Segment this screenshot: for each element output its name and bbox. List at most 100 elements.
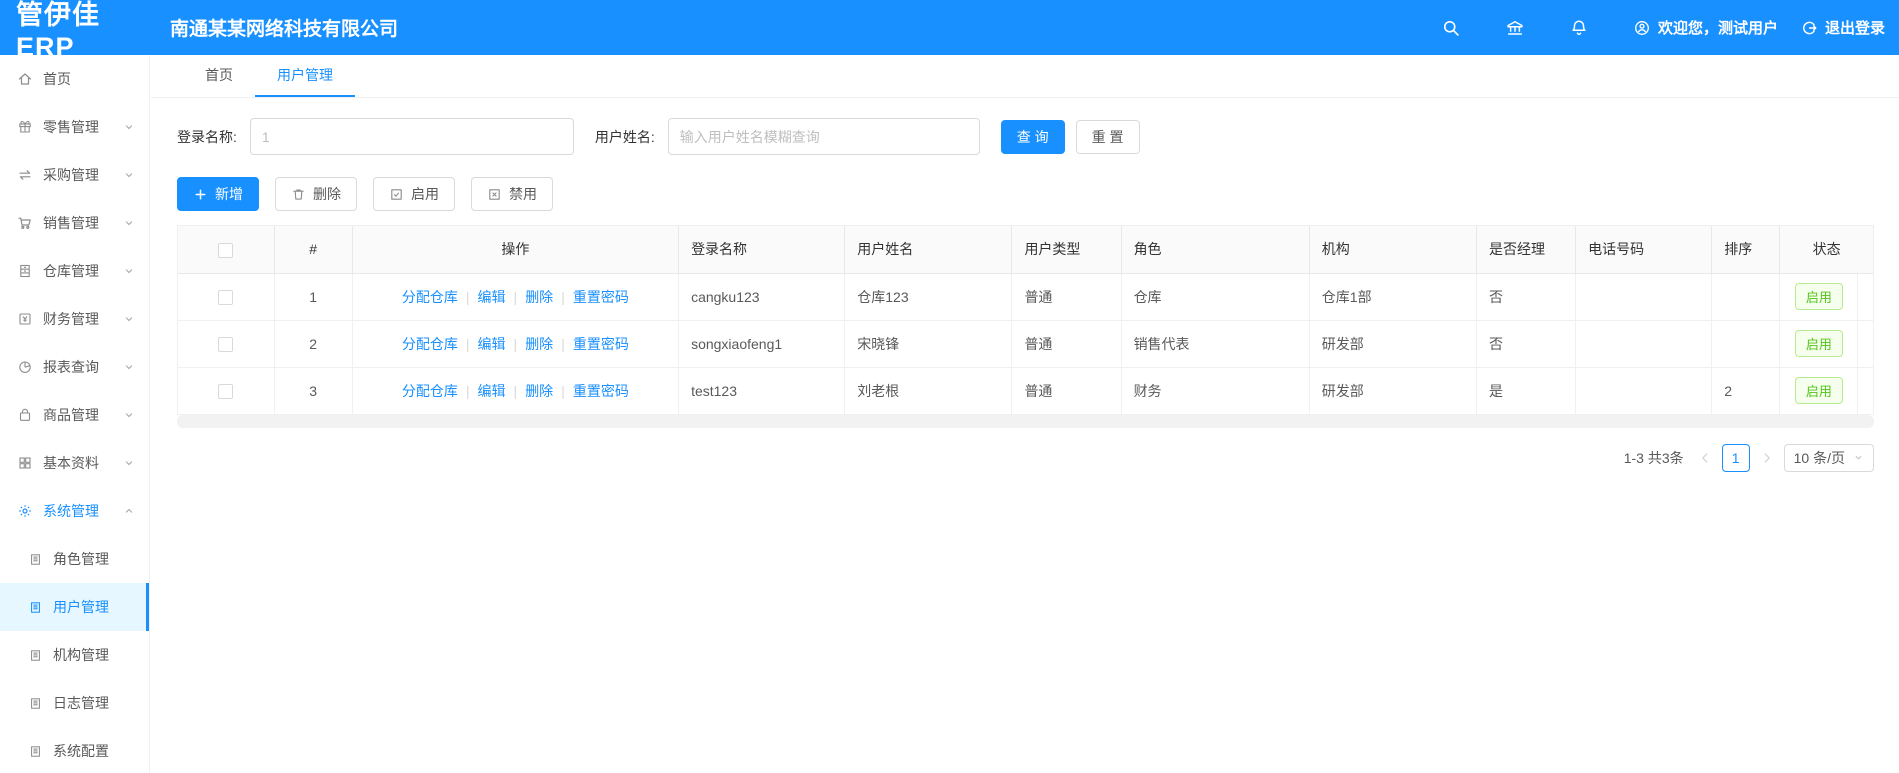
sidebar-item-reports[interactable]: 报表查询 (0, 343, 149, 391)
user-name-input[interactable] (667, 118, 980, 155)
row-actions: 分配仓库 | 编辑 | 删除 | 重置密码 (352, 367, 680, 415)
cell-sort (1711, 273, 1781, 321)
row-checkbox[interactable] (218, 336, 234, 352)
reset-button[interactable]: 重 置 (1075, 119, 1140, 154)
sidebar-item-basic[interactable]: 基本资料 (0, 439, 149, 487)
horizontal-scrollbar[interactable] (177, 414, 1874, 428)
action-link-1[interactable]: 编辑 (478, 383, 506, 399)
page-number-button[interactable]: 1 (1721, 443, 1750, 472)
tab-0[interactable]: 首页 (183, 55, 255, 97)
tab-bar: 首页 用户管理 (151, 55, 1899, 98)
sidebar-item-label: 零售管理 (43, 119, 99, 135)
sidebar-item-label: 基本资料 (43, 455, 99, 471)
add-button[interactable]: 新增 (177, 177, 259, 211)
chevron-up-icon (123, 505, 135, 517)
chevron-down-icon (123, 169, 135, 181)
cabinet-icon (17, 263, 33, 279)
action-link-0[interactable]: 分配仓库 (402, 383, 458, 399)
grid-icon (17, 455, 33, 471)
delete-button-label: 删除 (313, 186, 341, 202)
enable-button-label: 启用 (411, 186, 439, 202)
content-area: 登录名称: 用户姓名: 查 询 重 置 新增 删除 启用 禁用 (151, 98, 1899, 472)
row-index: 2 (274, 320, 353, 368)
search-button[interactable]: 查 询 (1000, 119, 1065, 154)
sidebar-item-finance[interactable]: 财务管理 (0, 295, 149, 343)
sidebar-subitem-config[interactable]: 系统配置 (0, 727, 149, 773)
column-header: 角色 (1121, 226, 1310, 274)
company-name: 南通某某网络科技有限公司 (170, 19, 399, 40)
search-icon[interactable] (1441, 18, 1461, 38)
column-header: 用户类型 (1011, 226, 1122, 274)
app-logo[interactable]: 管伊佳ERP (0, 0, 158, 63)
login-name-input[interactable] (249, 118, 574, 155)
gear-icon (17, 503, 33, 519)
logout-button[interactable]: 退出登录 (1800, 17, 1885, 38)
action-link-1[interactable]: 编辑 (478, 289, 506, 305)
toolbar: 新增 删除 启用 禁用 (177, 177, 1875, 211)
sidebar-subitem-roles[interactable]: 角色管理 (0, 535, 149, 583)
action-separator: | (465, 335, 470, 352)
row-index: 3 (274, 367, 353, 415)
cell-type: 普通 (1011, 367, 1122, 415)
action-link-2[interactable]: 删除 (525, 289, 553, 305)
tab-1[interactable]: 用户管理 (255, 55, 355, 97)
delete-button[interactable]: 删除 (275, 177, 357, 211)
select-all-checkbox[interactable] (218, 242, 234, 258)
action-separator: | (513, 335, 518, 352)
document-icon (28, 600, 43, 615)
sidebar-menu: 首页零售管理采购管理销售管理仓库管理 财务管理 报表查询 商品管理基本资料系统管理 角色… (0, 55, 150, 773)
column-header: 排序 (1711, 226, 1781, 274)
sidebar-subitem-users[interactable]: 用户管理 (0, 583, 149, 631)
sidebar-item-retail[interactable]: 零售管理 (0, 103, 149, 151)
cell-org: 仓库1部 (1309, 273, 1477, 321)
sidebar-item-label: 销售管理 (43, 215, 99, 231)
cell-login: cangku123 (678, 273, 846, 321)
page-size-select[interactable]: 10 条/页 (1783, 443, 1874, 472)
cell-role: 财务 (1121, 367, 1310, 415)
cell-phone (1575, 367, 1713, 415)
action-link-0[interactable]: 分配仓库 (402, 336, 458, 352)
sidebar-item-goods[interactable]: 商品管理 (0, 391, 149, 439)
cell-type: 普通 (1011, 320, 1122, 368)
action-link-3[interactable]: 重置密码 (573, 289, 629, 305)
cell-sort (1711, 320, 1781, 368)
x-square-icon (487, 187, 502, 202)
welcome-user[interactable]: 欢迎您，测试用户 (1633, 17, 1778, 38)
sidebar-item-home[interactable]: 首页 (0, 55, 149, 103)
sidebar-subitem-orgs[interactable]: 机构管理 (0, 631, 149, 679)
sidebar-subitem-logs[interactable]: 日志管理 (0, 679, 149, 727)
status-badge: 启用 (1794, 330, 1843, 357)
cell-name: 刘老根 (844, 367, 1013, 415)
sidebar-item-purchase[interactable]: 采购管理 (0, 151, 149, 199)
action-link-3[interactable]: 重置密码 (573, 383, 629, 399)
user-table: # 操作 登录名称 用户姓名 用户类型 角色 机构 是否经理 电话号码 排序 状态 1 分配仓库 | 编辑… (177, 225, 1874, 415)
cell-type: 普通 (1011, 273, 1122, 321)
cell-manager: 否 (1476, 320, 1577, 368)
trash-icon (291, 187, 306, 202)
cell-name: 仓库123 (844, 273, 1013, 321)
chevron-down-icon (1853, 452, 1864, 463)
bag-icon (17, 407, 33, 423)
row-checkbox[interactable] (218, 289, 234, 305)
pagination-total: 1-3 共3条 (1623, 449, 1684, 466)
next-page-icon[interactable] (1760, 451, 1774, 465)
action-link-2[interactable]: 删除 (525, 336, 553, 352)
action-link-3[interactable]: 重置密码 (573, 336, 629, 352)
bank-icon[interactable] (1505, 18, 1525, 38)
row-checkbox[interactable] (218, 383, 234, 399)
sidebar-item-warehouse[interactable]: 仓库管理 (0, 247, 149, 295)
action-link-0[interactable]: 分配仓库 (402, 289, 458, 305)
logout-label: 退出登录 (1824, 20, 1885, 37)
bell-icon[interactable] (1569, 18, 1589, 38)
scroll-gutter-cell (1857, 273, 1873, 321)
cell-manager: 是 (1476, 367, 1577, 415)
sidebar-item-sales[interactable]: 销售管理 (0, 199, 149, 247)
action-link-1[interactable]: 编辑 (478, 336, 506, 352)
action-link-2[interactable]: 删除 (525, 383, 553, 399)
action-separator: | (465, 382, 470, 399)
disable-button[interactable]: 禁用 (471, 177, 553, 211)
enable-button[interactable]: 启用 (373, 177, 455, 211)
cart-icon (17, 215, 33, 231)
prev-page-icon[interactable] (1698, 451, 1712, 465)
sidebar-item-system[interactable]: 系统管理 (0, 487, 149, 535)
